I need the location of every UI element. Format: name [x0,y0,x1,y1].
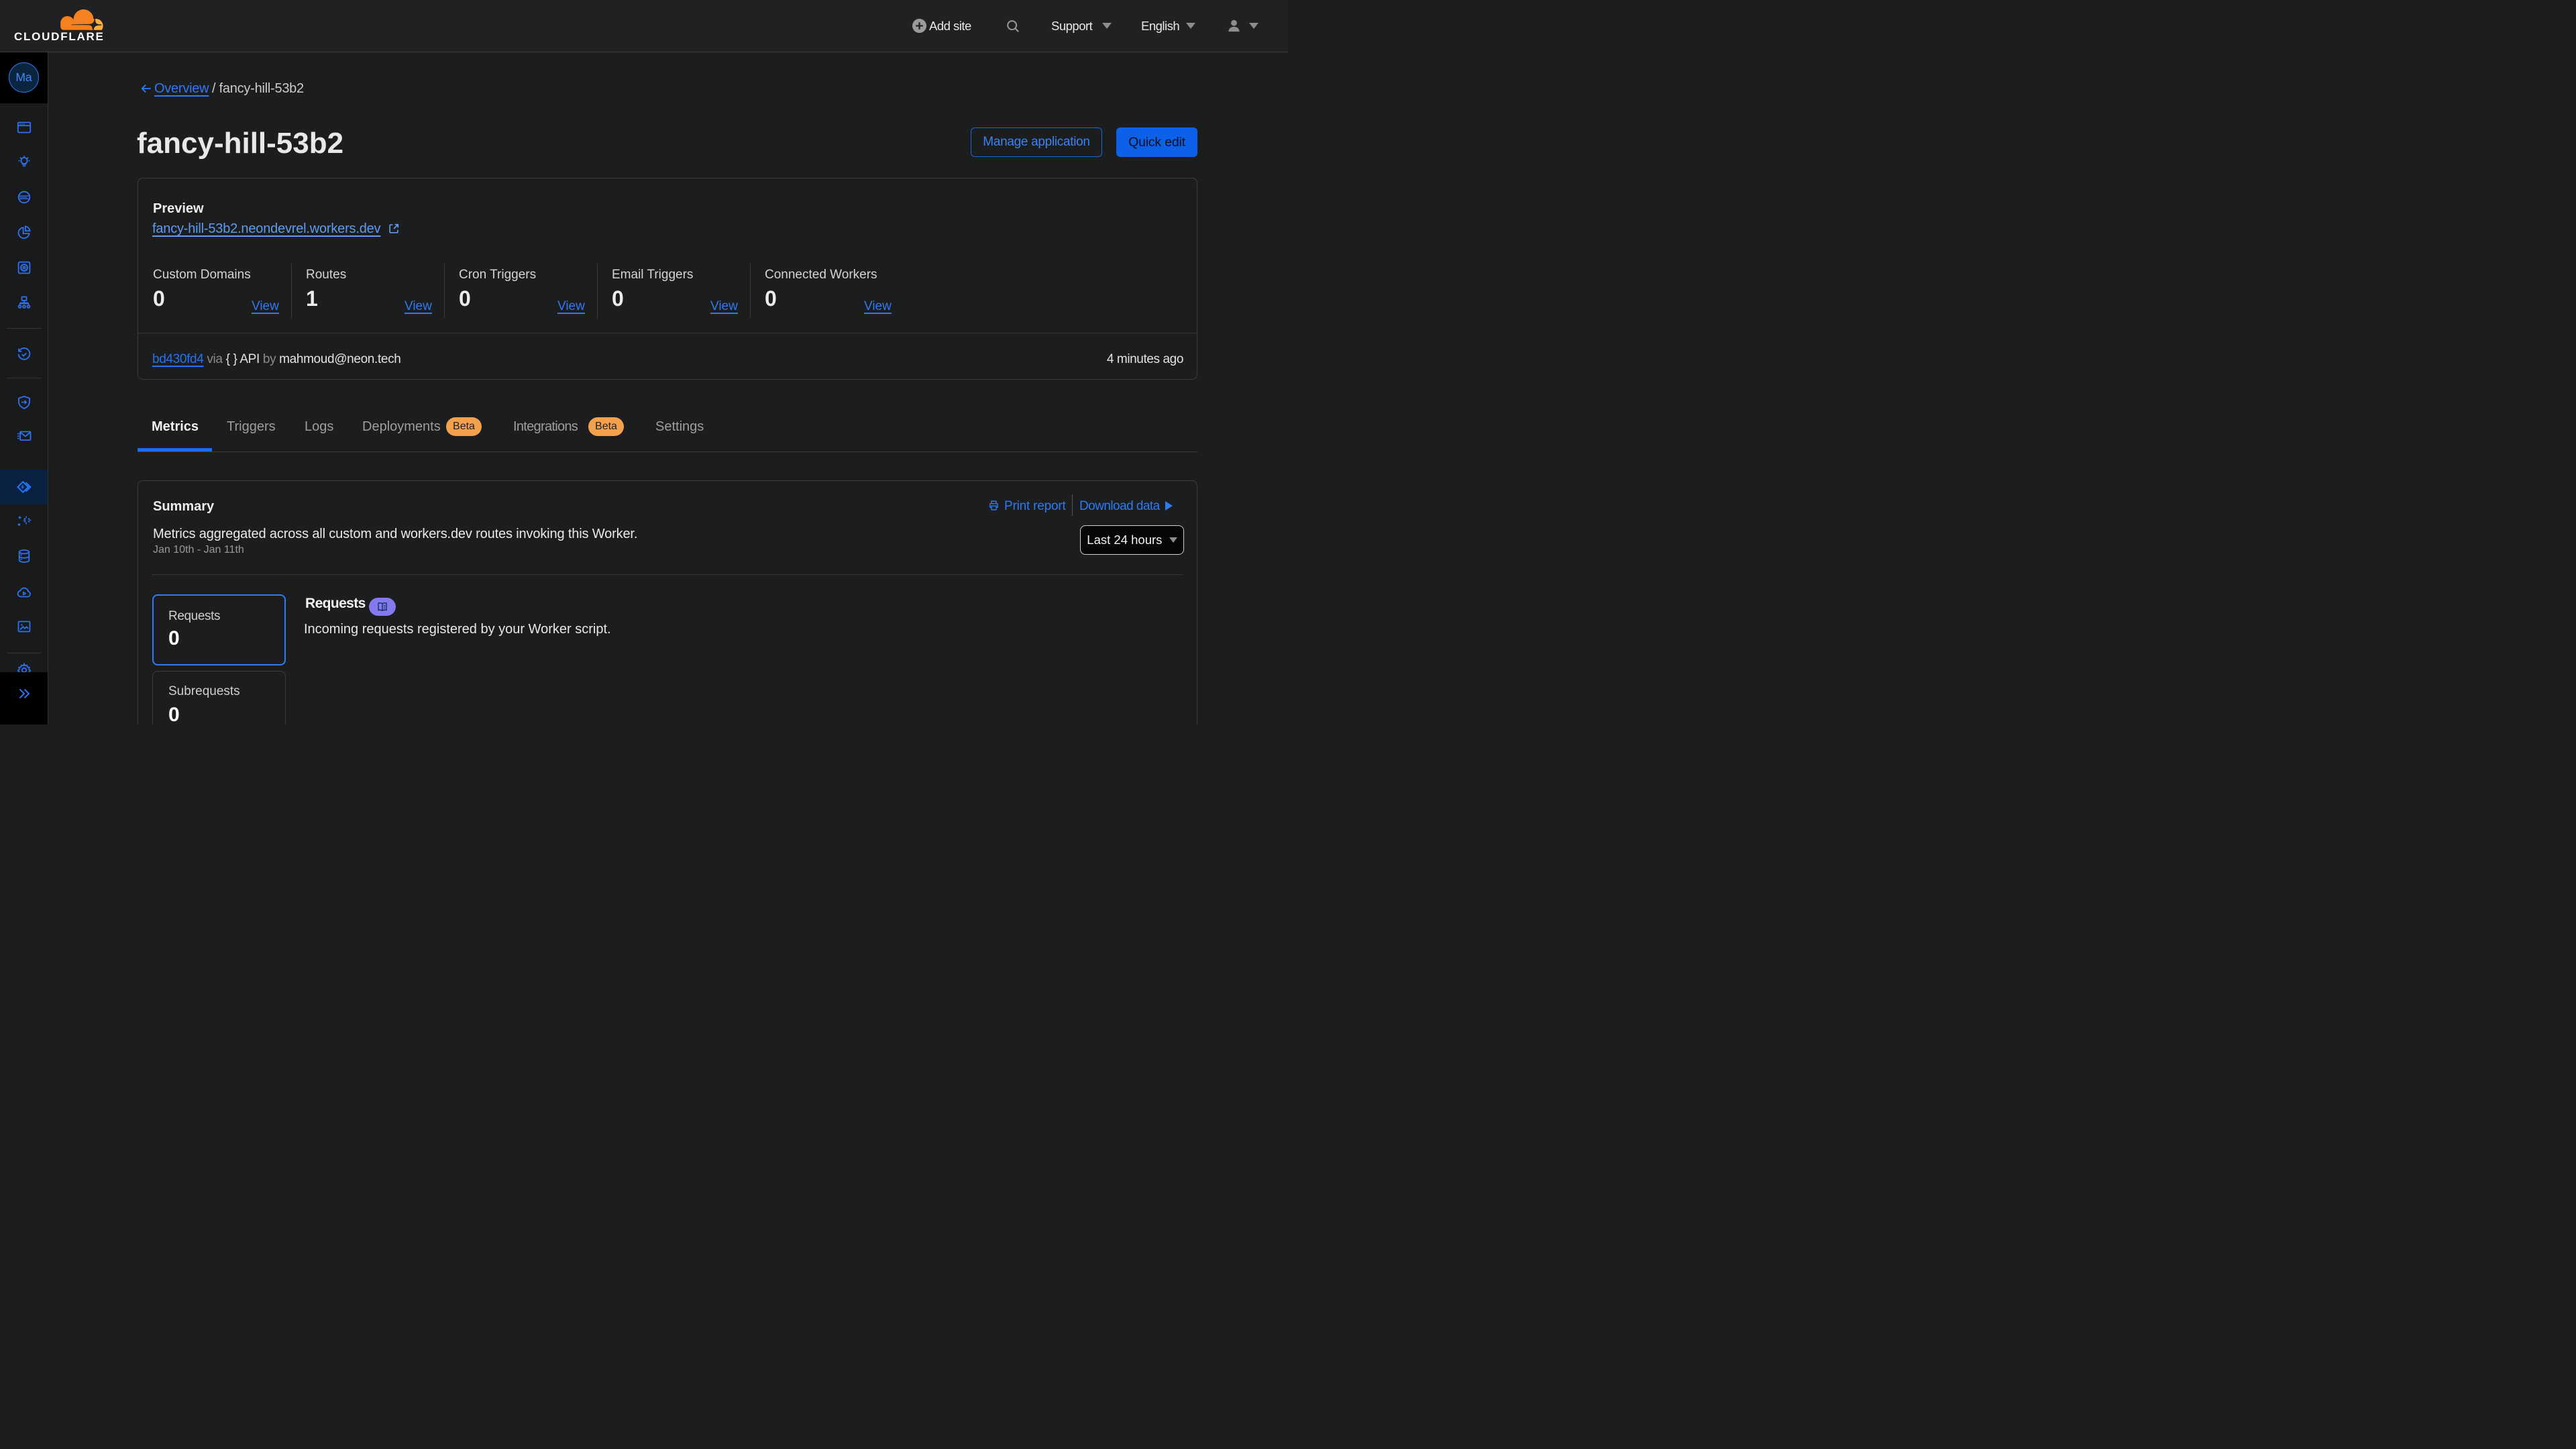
svg-text:CLOUDFLARE: CLOUDFLARE [14,30,105,43]
svg-text:www.: www. [19,196,28,199]
